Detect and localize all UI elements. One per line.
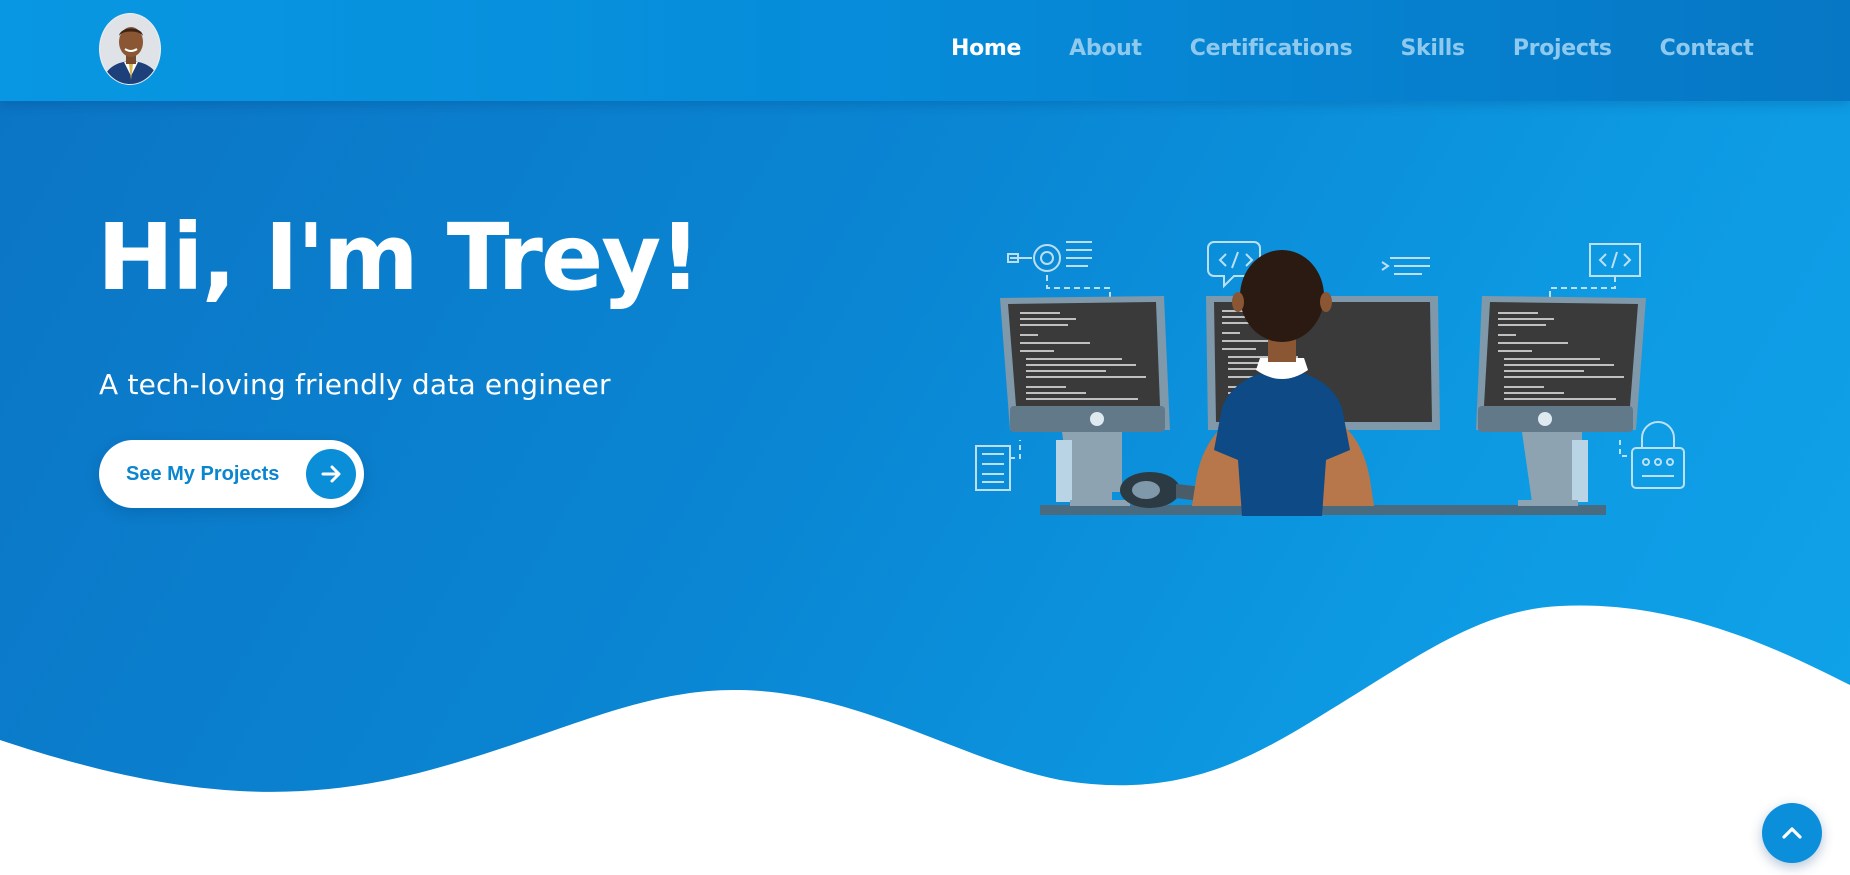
chevron-up-icon bbox=[1782, 827, 1802, 839]
nav-link-contact[interactable]: Contact bbox=[1660, 36, 1754, 61]
nav-link-skills[interactable]: Skills bbox=[1400, 36, 1465, 61]
scroll-to-top-button[interactable] bbox=[1762, 803, 1822, 863]
avatar[interactable] bbox=[99, 13, 161, 85]
nav-link-about[interactable]: About bbox=[1069, 36, 1142, 61]
hero-section: Home About Certifications Skills Project… bbox=[0, 0, 1850, 875]
navbar: Home About Certifications Skills Project… bbox=[0, 0, 1850, 101]
profile-photo-icon bbox=[100, 14, 160, 84]
nav-link-projects[interactable]: Projects bbox=[1513, 36, 1612, 61]
hero-wave-divider bbox=[0, 605, 1850, 875]
nav-link-home[interactable]: Home bbox=[951, 36, 1021, 61]
nav-links: Home About Certifications Skills Project… bbox=[951, 36, 1801, 61]
nav-link-certifications[interactable]: Certifications bbox=[1190, 36, 1353, 61]
